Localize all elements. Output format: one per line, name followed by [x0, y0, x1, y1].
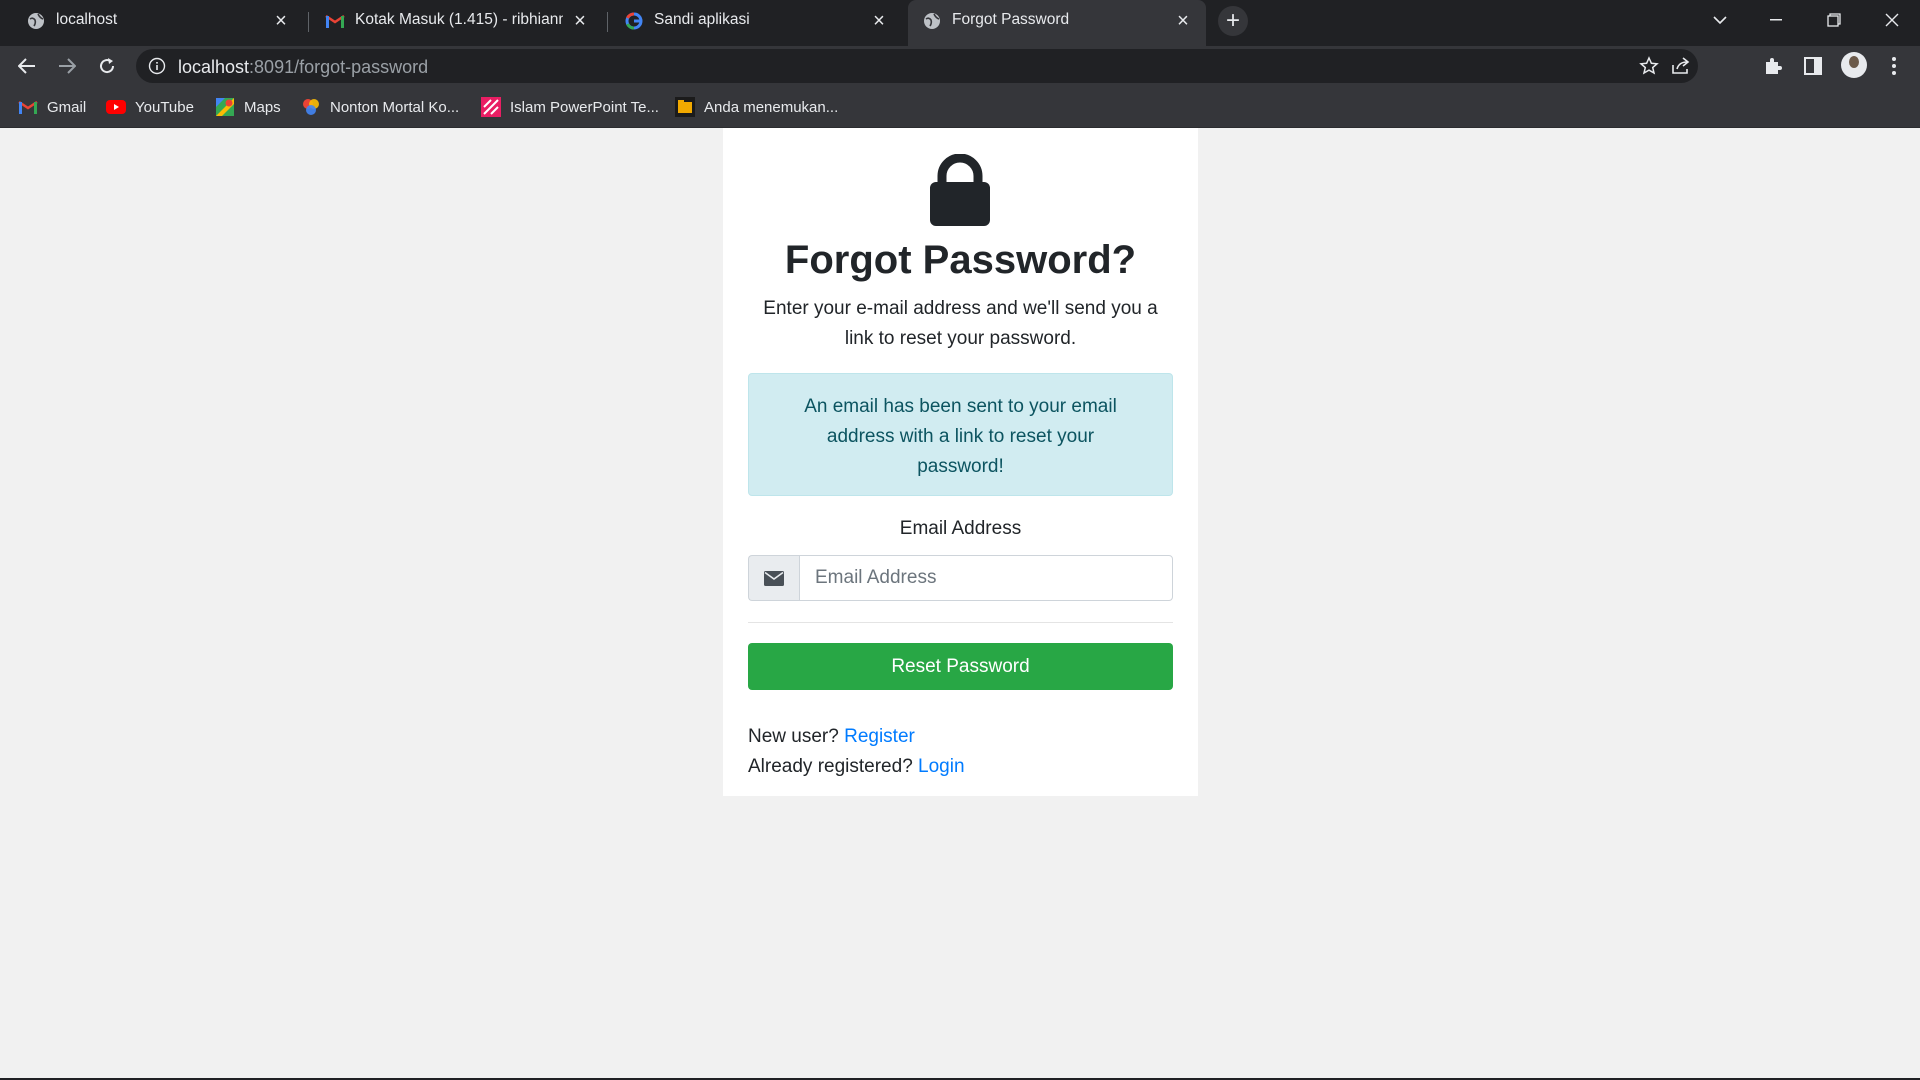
globe-icon — [921, 10, 943, 32]
bookmark-anda-menemukan[interactable]: Anda menemukan... — [675, 95, 838, 119]
profile-avatar[interactable] — [1841, 52, 1867, 78]
close-tab-icon[interactable]: × — [868, 10, 890, 32]
close-window-icon[interactable] — [1864, 0, 1920, 40]
film-icon — [301, 97, 321, 117]
url-host: localhost — [178, 57, 250, 77]
close-tab-icon[interactable]: × — [1172, 10, 1194, 32]
slides-icon — [481, 97, 501, 117]
tab-sandi-aplikasi[interactable]: Sandi aplikasi × — [610, 0, 902, 42]
new-user-line: New user? Register — [748, 726, 915, 748]
gmail-icon — [324, 10, 346, 32]
google-icon — [623, 10, 645, 32]
address-bar[interactable]: localhost:8091/forgot-password — [136, 49, 1698, 83]
bookmark-gmail[interactable]: Gmail — [18, 95, 86, 119]
gmail-icon — [18, 97, 38, 117]
maps-icon — [215, 97, 235, 117]
url-text[interactable]: localhost:8091/forgot-password — [178, 57, 428, 78]
success-alert: An email has been sent to your email add… — [748, 373, 1173, 496]
folder-icon — [675, 97, 695, 117]
url-path: :8091/forgot-password — [249, 57, 429, 77]
minimize-icon[interactable] — [1748, 0, 1804, 40]
envelope-icon — [748, 555, 799, 601]
new-user-text: New user? — [748, 726, 839, 747]
restore-icon[interactable] — [1806, 0, 1862, 40]
close-tab-icon[interactable]: × — [270, 10, 292, 32]
forward-icon[interactable] — [51, 50, 83, 82]
reload-icon[interactable] — [91, 50, 123, 82]
page-viewport: Forgot Password? Enter your e-mail addre… — [0, 128, 1920, 1078]
page-subtitle: Enter your e-mail address and we'll send… — [763, 298, 1158, 349]
reset-password-button[interactable]: Reset Password — [748, 643, 1173, 690]
email-input[interactable] — [799, 555, 1173, 601]
tab-forgot-password[interactable]: Forgot Password × — [908, 0, 1206, 46]
extensions-icon[interactable] — [1761, 54, 1785, 78]
info-icon[interactable] — [148, 57, 166, 75]
lock-icon — [930, 154, 990, 226]
bookmark-label: YouTube — [135, 98, 194, 116]
bookmark-islam-powerpoint[interactable]: Islam PowerPoint Te... — [481, 95, 659, 119]
page-title: Forgot Password? — [784, 238, 1137, 282]
already-registered-text: Already registered? — [748, 756, 913, 777]
divider — [748, 622, 1173, 623]
bookmark-label: Maps — [244, 98, 281, 116]
register-link[interactable]: Register — [844, 726, 915, 747]
tab-title: localhost — [56, 11, 118, 28]
youtube-icon — [106, 97, 126, 117]
back-icon[interactable] — [11, 50, 43, 82]
forgot-password-card: Forgot Password? Enter your e-mail addre… — [723, 128, 1198, 796]
bookmark-label: Nonton Mortal Ko... — [330, 98, 460, 116]
menu-icon[interactable] — [1882, 54, 1906, 78]
tab-title: Forgot Password — [952, 11, 1070, 28]
tab-search-icon[interactable] — [1692, 0, 1748, 40]
tab-separator — [607, 12, 608, 32]
bookmark-label: Gmail — [47, 98, 87, 116]
bookmarks-bar: Gmail YouTube Maps Nonton Mortal Ko... I… — [0, 86, 1920, 128]
already-registered-line: Already registered? Login — [748, 756, 965, 778]
email-label: Email Address — [899, 518, 1022, 539]
share-icon[interactable] — [1670, 55, 1692, 77]
tab-title: Sandi aplikasi — [654, 11, 750, 28]
email-input-group — [748, 555, 1173, 601]
new-tab-button[interactable]: + — [1218, 6, 1248, 36]
browser-toolbar: localhost:8091/forgot-password — [0, 46, 1920, 86]
bookmark-nonton-mortal[interactable]: Nonton Mortal Ko... — [301, 95, 459, 119]
globe-icon — [25, 10, 47, 32]
tab-strip: localhost × Kotak Masuk (1.415) - ribhia… — [0, 0, 1920, 46]
close-tab-icon[interactable]: × — [569, 10, 591, 32]
bookmark-label: Islam PowerPoint Te... — [510, 98, 659, 116]
login-link[interactable]: Login — [918, 756, 965, 777]
tab-title: Kotak Masuk (1.415) - ribhianmh — [355, 11, 563, 28]
tab-gmail[interactable]: Kotak Masuk (1.415) - ribhianmh × — [311, 0, 603, 42]
bookmark-star-icon[interactable] — [1638, 55, 1660, 77]
bookmark-label: Anda menemukan... — [704, 98, 839, 116]
side-panel-icon[interactable] — [1801, 54, 1825, 78]
tab-separator — [308, 12, 309, 32]
bookmark-youtube[interactable]: YouTube — [106, 95, 194, 119]
tab-localhost[interactable]: localhost × — [12, 0, 304, 42]
bookmark-maps[interactable]: Maps — [215, 95, 281, 119]
